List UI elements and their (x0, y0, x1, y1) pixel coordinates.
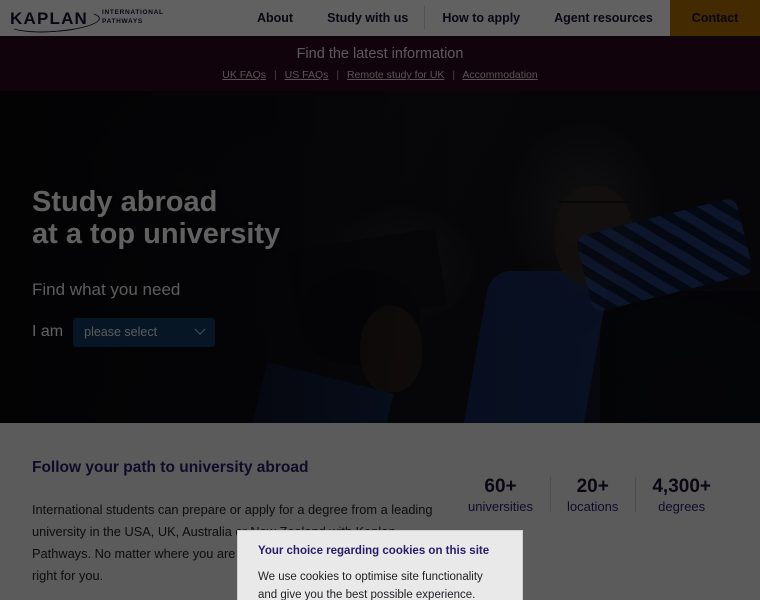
page-root: KAPLAN INTERNATIONAL PATHWAYS About Stud… (0, 0, 760, 600)
cookie-dialog-title: Your choice regarding cookies on this si… (258, 545, 490, 557)
cookie-dialog-body: We use cookies to optimise site function… (258, 571, 483, 600)
cookie-consent-dialog: Your choice regarding cookies on this si… (237, 530, 523, 600)
modal-overlay (0, 0, 760, 600)
